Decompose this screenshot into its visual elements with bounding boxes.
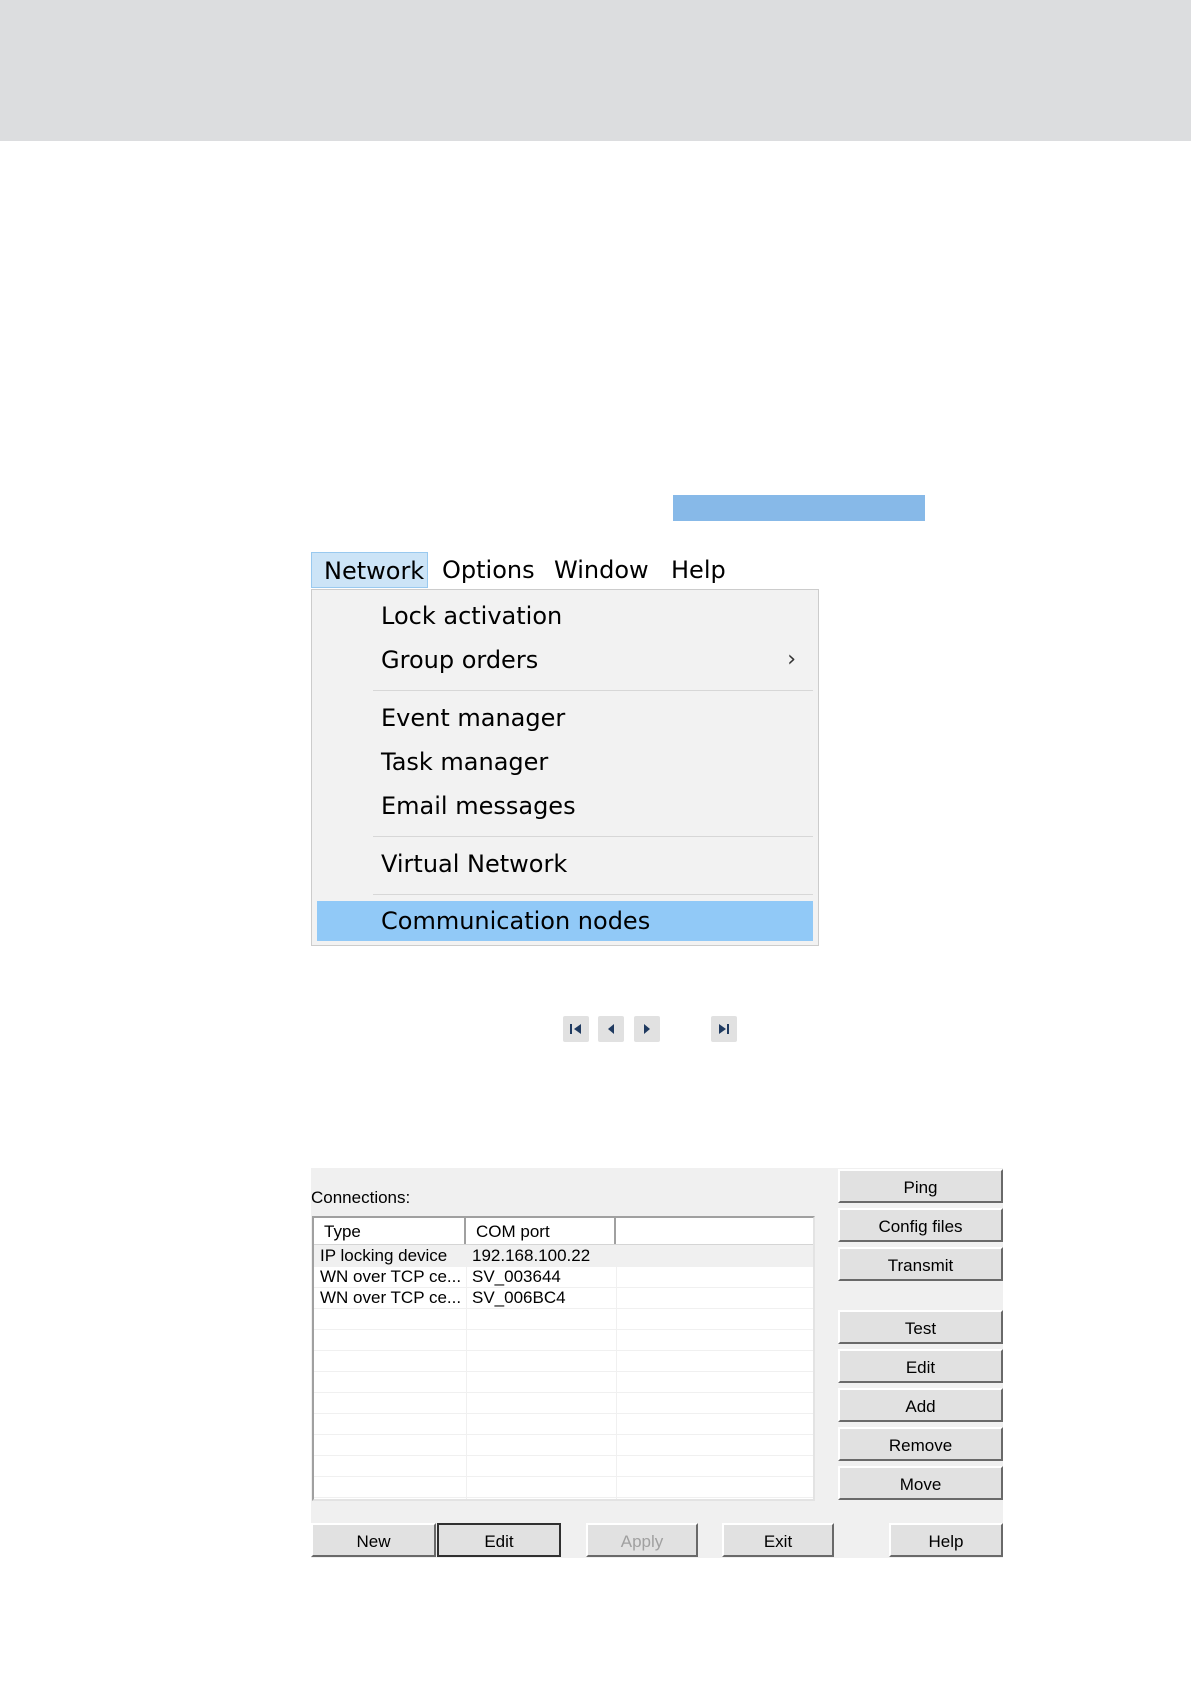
first-record-button[interactable] — [563, 1016, 589, 1042]
column-header-com-port[interactable]: COM port — [466, 1218, 616, 1244]
menu-item-task-manager[interactable]: Task manager — [312, 742, 818, 782]
cell-type: WN over TCP ce... — [320, 1267, 462, 1286]
menu-item-group-orders[interactable]: Group orders › — [312, 640, 818, 680]
menu-help[interactable]: Help — [659, 552, 738, 588]
table-row-empty — [314, 1329, 813, 1351]
menu-window[interactable]: Window — [542, 552, 661, 588]
connections-label: Connections: — [311, 1188, 411, 1207]
menu-item-email-messages[interactable]: Email messages — [312, 786, 818, 826]
menu-separator — [373, 690, 813, 691]
previous-record-icon — [608, 1024, 614, 1034]
list-header: Type COM port — [314, 1218, 813, 1245]
table-row-empty — [314, 1455, 813, 1477]
table-row-empty — [314, 1476, 813, 1498]
move-button[interactable]: Move — [838, 1466, 1003, 1500]
menu-separator — [373, 894, 813, 895]
network-menu-screenshot: Network Options Window Help Lock activat… — [311, 550, 819, 946]
ping-button[interactable]: Ping — [838, 1169, 1003, 1203]
menu-options[interactable]: Options — [430, 552, 547, 588]
test-button[interactable]: Test — [838, 1310, 1003, 1344]
table-row-empty — [314, 1434, 813, 1456]
first-record-icon — [570, 1024, 581, 1034]
previous-record-button[interactable] — [598, 1016, 624, 1042]
cell-com-port: 192.168.100.22 — [472, 1246, 591, 1265]
add-button[interactable]: Add — [838, 1388, 1003, 1422]
last-record-button[interactable] — [711, 1016, 737, 1042]
cell-com-port: SV_006BC4 — [472, 1288, 566, 1307]
next-record-icon — [644, 1024, 650, 1034]
table-row-empty — [314, 1350, 813, 1372]
table-row[interactable]: WN over TCP ce... SV_006BC4 — [314, 1287, 813, 1309]
table-row-empty — [314, 1392, 813, 1414]
cell-type: IP locking device — [320, 1246, 448, 1265]
edit-side-button[interactable]: Edit — [838, 1349, 1003, 1383]
table-row-empty — [314, 1371, 813, 1393]
menu-item-lock-activation[interactable]: Lock activation — [312, 596, 818, 636]
menu-separator — [373, 836, 813, 837]
cell-type: WN over TCP ce... — [320, 1288, 462, 1307]
table-row-empty — [314, 1308, 813, 1330]
header-band — [0, 0, 1191, 141]
table-row[interactable]: IP locking device 192.168.100.22 — [314, 1245, 813, 1267]
menu-item-event-manager[interactable]: Event manager — [312, 698, 818, 738]
new-button[interactable]: New — [311, 1523, 436, 1557]
edit-button[interactable]: Edit — [437, 1523, 561, 1557]
remove-button[interactable]: Remove — [838, 1427, 1003, 1461]
table-row[interactable]: WN over TCP ce... SV_003644 — [314, 1266, 813, 1288]
menubar: Network Options Window Help — [311, 550, 819, 590]
config-files-button[interactable]: Config files — [838, 1208, 1003, 1242]
apply-button[interactable]: Apply — [586, 1523, 698, 1557]
menu-item-virtual-network[interactable]: Virtual Network — [312, 844, 818, 884]
column-header-type[interactable]: Type — [314, 1218, 466, 1244]
exit-button[interactable]: Exit — [722, 1523, 834, 1557]
highlight-bar — [673, 495, 925, 521]
next-record-button[interactable] — [634, 1016, 660, 1042]
cell-com-port: SV_003644 — [472, 1267, 561, 1286]
help-button[interactable]: Help — [889, 1523, 1003, 1557]
table-row-empty — [314, 1413, 813, 1435]
column-header-empty[interactable] — [616, 1218, 813, 1244]
menu-network[interactable]: Network — [311, 552, 428, 588]
network-dropdown: Lock activation Group orders › Event man… — [311, 589, 819, 946]
connections-list[interactable]: Type COM port IP locking device 192.168.… — [312, 1216, 815, 1501]
communication-nodes-dialog: Connections: Type COM port IP locking de… — [311, 1168, 1003, 1558]
last-record-icon — [719, 1024, 729, 1034]
chevron-right-icon: › — [787, 647, 796, 672]
menu-item-communication-nodes[interactable]: Communication nodes — [317, 901, 813, 941]
menu-item-label: Group orders — [381, 646, 539, 674]
transmit-button[interactable]: Transmit — [838, 1247, 1003, 1281]
